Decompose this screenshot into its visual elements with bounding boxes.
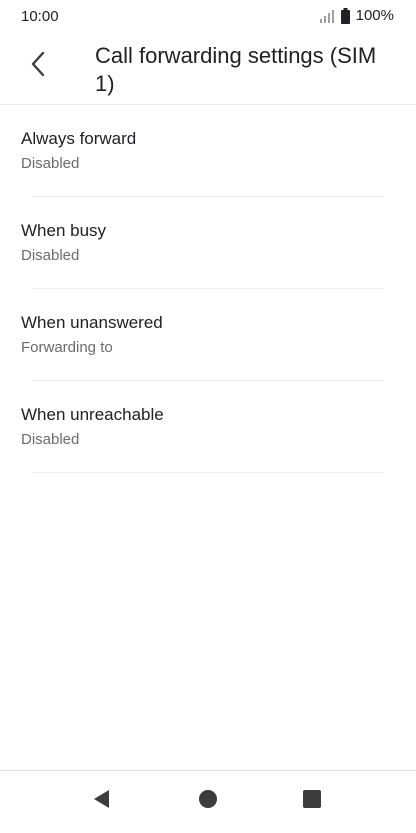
nav-home-icon (198, 789, 218, 814)
item-title: Always forward (21, 129, 137, 148)
item-summary: Disabled (21, 431, 80, 448)
item-summary: Forwarding to (21, 339, 113, 356)
nav-back-button[interactable] (82, 781, 122, 821)
app-bar: Call forwarding settings (SIM 1) (0, 32, 416, 105)
list-item-when-busy[interactable]: When busy Disabled (0, 197, 416, 289)
back-button[interactable] (18, 46, 58, 86)
item-title: When unreachable (21, 405, 164, 424)
navigation-bar (0, 770, 416, 833)
list-item-when-unanswered[interactable]: When unanswered Forwarding to (0, 289, 416, 381)
page-title: Call forwarding settings (SIM 1) (95, 43, 377, 96)
list-item-always-forward[interactable]: Always forward Disabled (0, 105, 416, 197)
item-summary: Disabled (21, 155, 80, 172)
nav-recents-button[interactable] (292, 781, 332, 821)
chevron-left-icon (30, 51, 46, 82)
item-summary: Disabled (21, 247, 80, 264)
settings-list: Always forward Disabled When busy Disabl… (0, 105, 416, 473)
nav-back-icon (92, 789, 112, 814)
divider (32, 472, 384, 473)
battery-percent: 100% (355, 7, 394, 24)
signal-icon (319, 9, 335, 23)
item-title: When busy (21, 221, 107, 240)
list-item-when-unreachable[interactable]: When unreachable Disabled (0, 381, 416, 473)
status-icons: 100% (319, 7, 394, 24)
status-time: 10:00 (21, 8, 59, 25)
nav-home-button[interactable] (188, 781, 228, 821)
battery-icon (340, 7, 350, 24)
item-title: When unanswered (21, 313, 163, 332)
status-bar: 10:00 100% (0, 0, 416, 32)
nav-recents-icon (302, 789, 322, 814)
